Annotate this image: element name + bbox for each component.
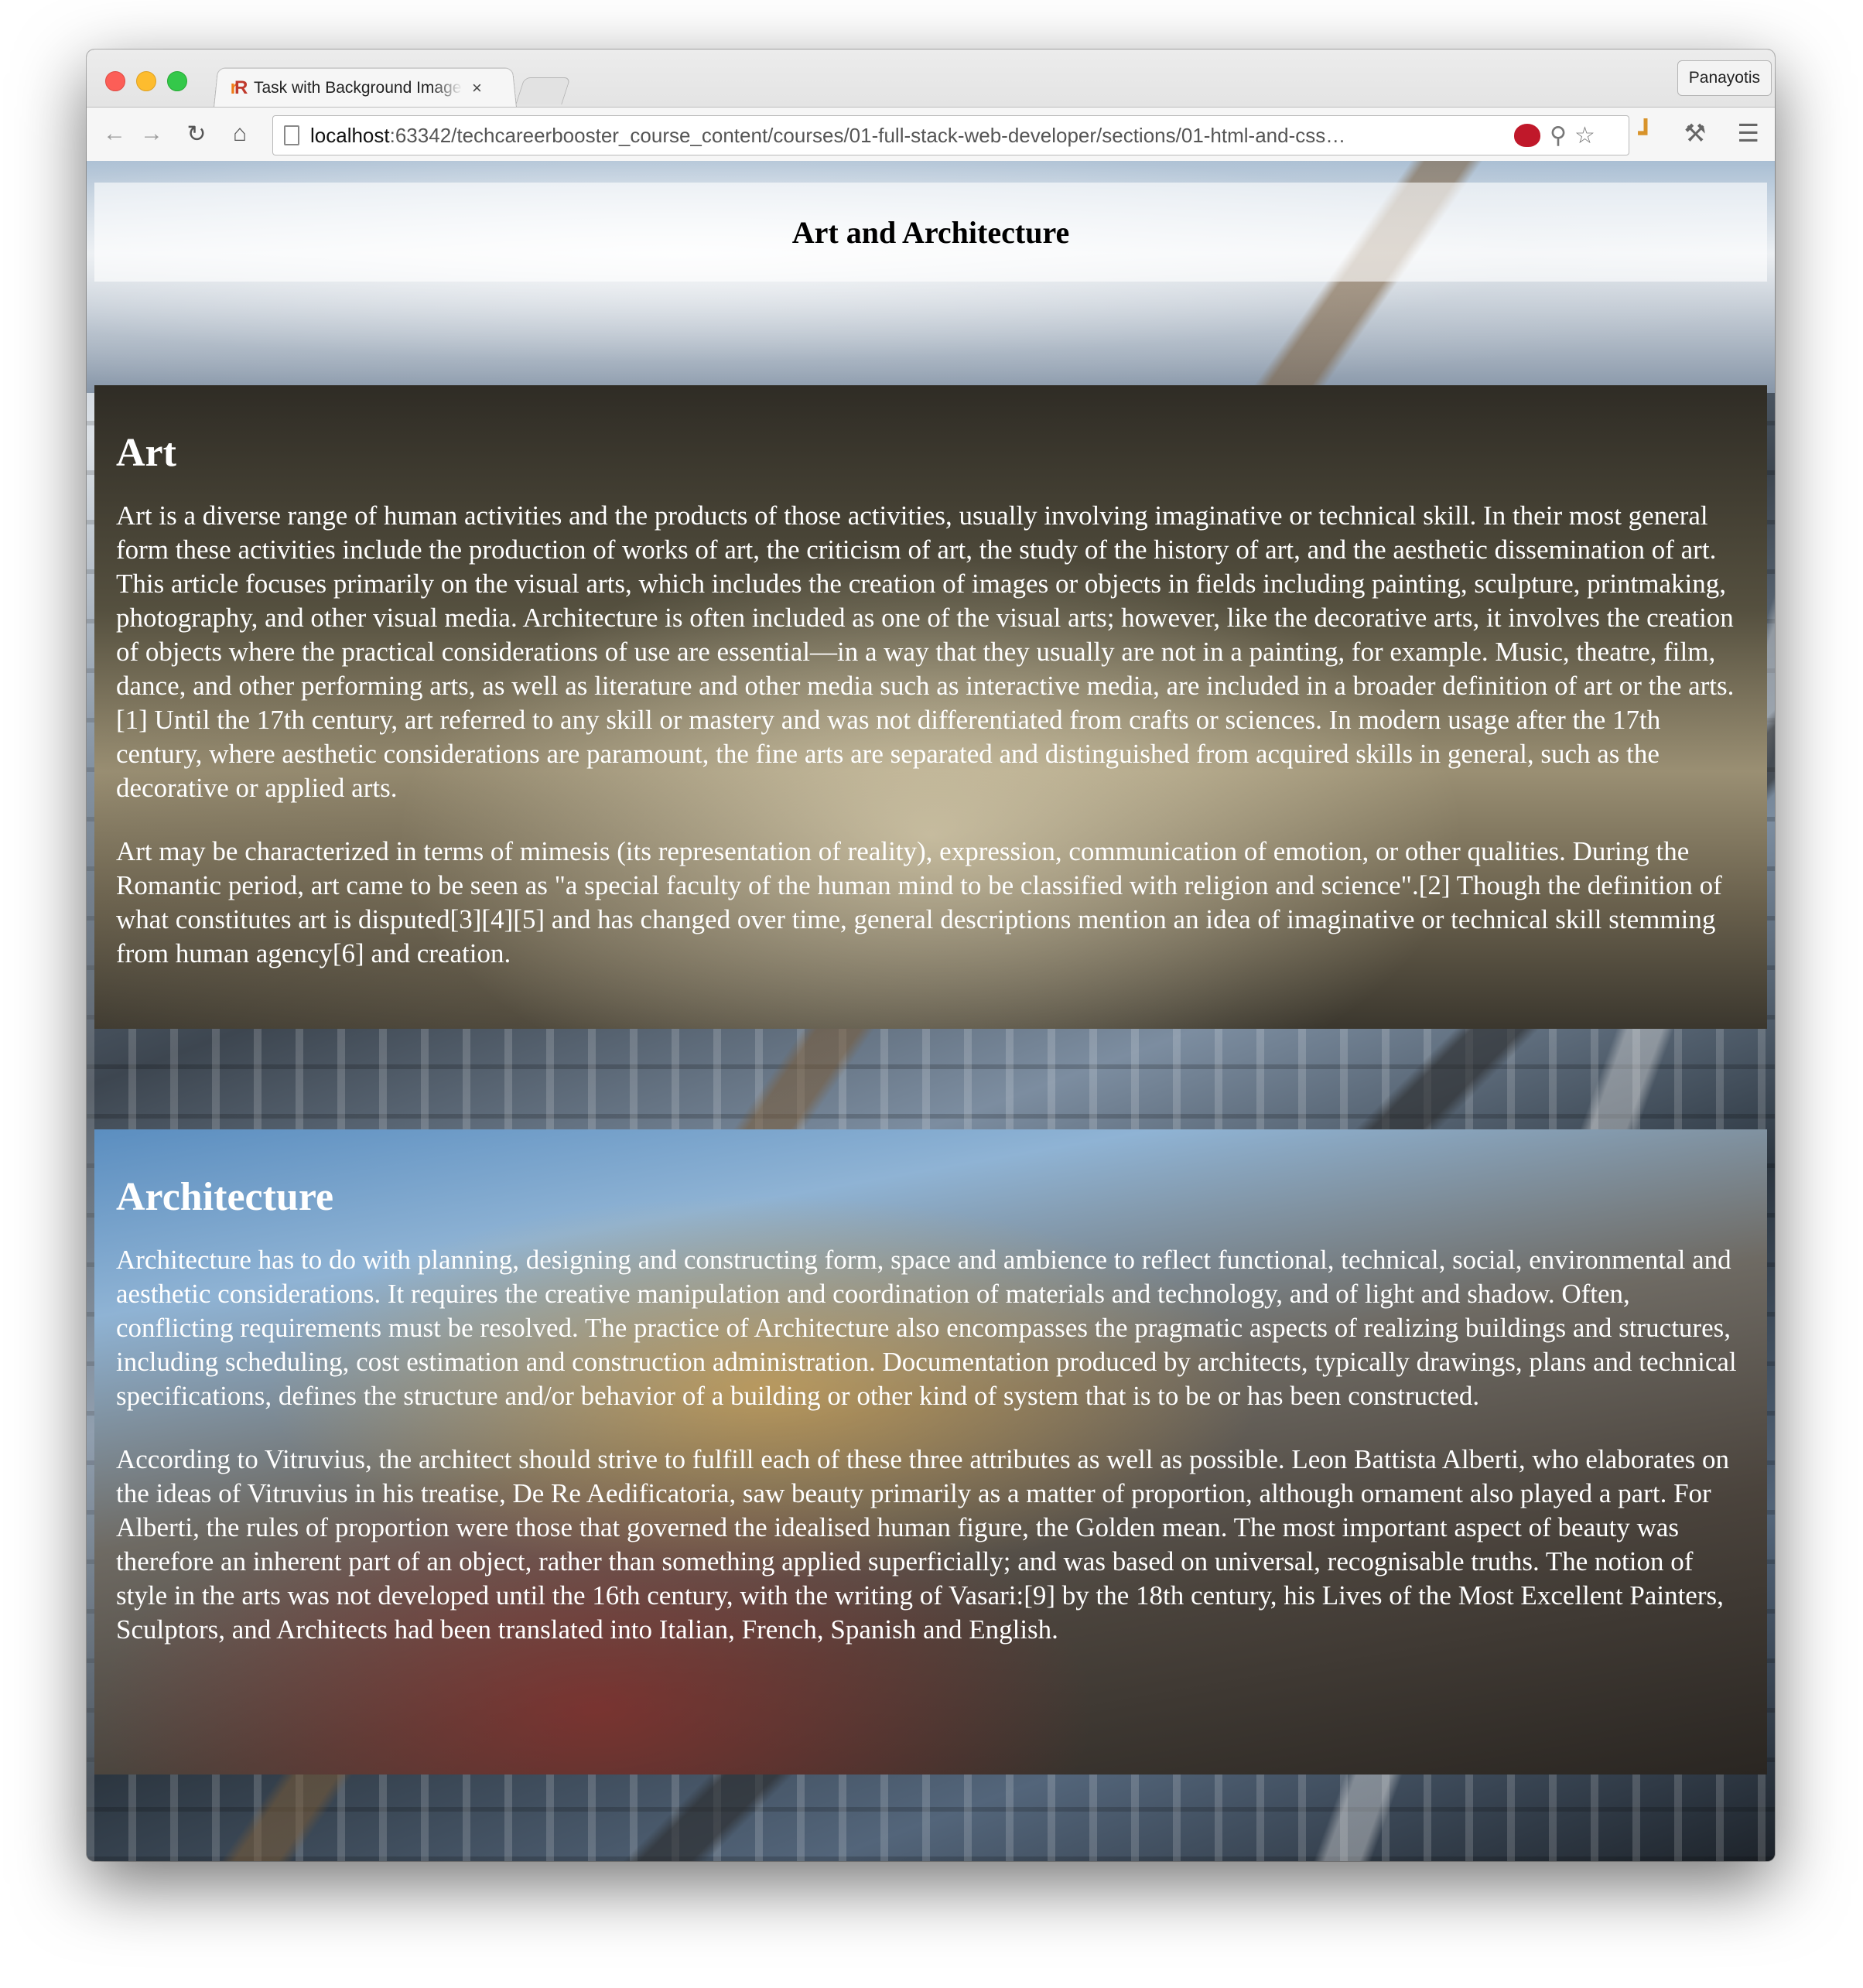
minimize-window-button[interactable]	[136, 71, 156, 91]
star-icon[interactable]: ☆	[1574, 122, 1595, 149]
active-tab[interactable]: rR Task with Background Image ×	[217, 70, 512, 107]
back-arrow-icon[interactable]: ←	[101, 120, 128, 148]
tab-strip: rR Task with Background Image × Panayoti…	[87, 50, 1775, 108]
menu-icon[interactable]: ☰	[1737, 118, 1759, 148]
forward-arrow-icon[interactable]: →	[138, 120, 166, 148]
page-title: Art and Architecture	[791, 214, 1070, 250]
page-icon	[284, 125, 299, 145]
architecture-paragraph-1: Architecture has to do with planning, de…	[116, 1245, 1737, 1411]
browser-chrome: rR Task with Background Image × Panayoti…	[87, 50, 1775, 162]
close-window-button[interactable]	[105, 71, 125, 91]
zoom-window-button[interactable]	[167, 71, 187, 91]
new-tab-button[interactable]	[515, 77, 571, 104]
url-path: :63342/techcareerbooster_course_content/…	[389, 123, 1346, 147]
home-icon[interactable]: ⌂	[226, 120, 254, 148]
toolbar-extensions: ┛ ⚒ ☰	[1607, 118, 1759, 148]
art-heading: Art	[116, 431, 176, 475]
page-viewport: Art and Architecture Art Art is a divers…	[87, 161, 1775, 1861]
art-section: Art Art is a diverse range of human acti…	[94, 385, 1767, 1029]
profile-button[interactable]: Panayotis	[1677, 60, 1772, 96]
art-paragraph-1: Art is a diverse range of human activiti…	[116, 500, 1735, 803]
page-header: Art and Architecture	[94, 183, 1767, 282]
address-bar-icons: ⚲ ☆	[1514, 122, 1603, 149]
architecture-heading: Architecture	[116, 1175, 334, 1219]
bookmark-extension-icon[interactable]: ┛	[1638, 118, 1653, 148]
extension-lips-icon[interactable]	[1514, 124, 1540, 147]
url-host: localhost	[310, 123, 390, 147]
address-bar[interactable]: localhost:63342/techcareerbooster_course…	[272, 115, 1629, 155]
search-icon[interactable]: ⚲	[1550, 122, 1567, 149]
reload-icon[interactable]: ↻	[183, 120, 210, 148]
tab-title: Task with Background Image	[254, 79, 462, 97]
dev-tools-extension-icon[interactable]: ⚒	[1684, 118, 1707, 148]
architecture-paragraph-2: According to Vitruvius, the architect sh…	[116, 1444, 1730, 1645]
url-text[interactable]: localhost:63342/techcareerbooster_course…	[310, 124, 1508, 148]
browser-toolbar: ← → ↻ ⌂ localhost:63342/techcareerbooste…	[87, 107, 1775, 162]
architecture-section: Architecture Architecture has to do with…	[94, 1129, 1767, 1775]
art-paragraph-2: Art may be characterized in terms of mim…	[116, 836, 1722, 968]
browser-window: rR Task with Background Image × Panayoti…	[87, 50, 1775, 1861]
site-favicon-icon: rR	[230, 77, 248, 98]
tab-close-icon[interactable]: ×	[472, 78, 482, 98]
